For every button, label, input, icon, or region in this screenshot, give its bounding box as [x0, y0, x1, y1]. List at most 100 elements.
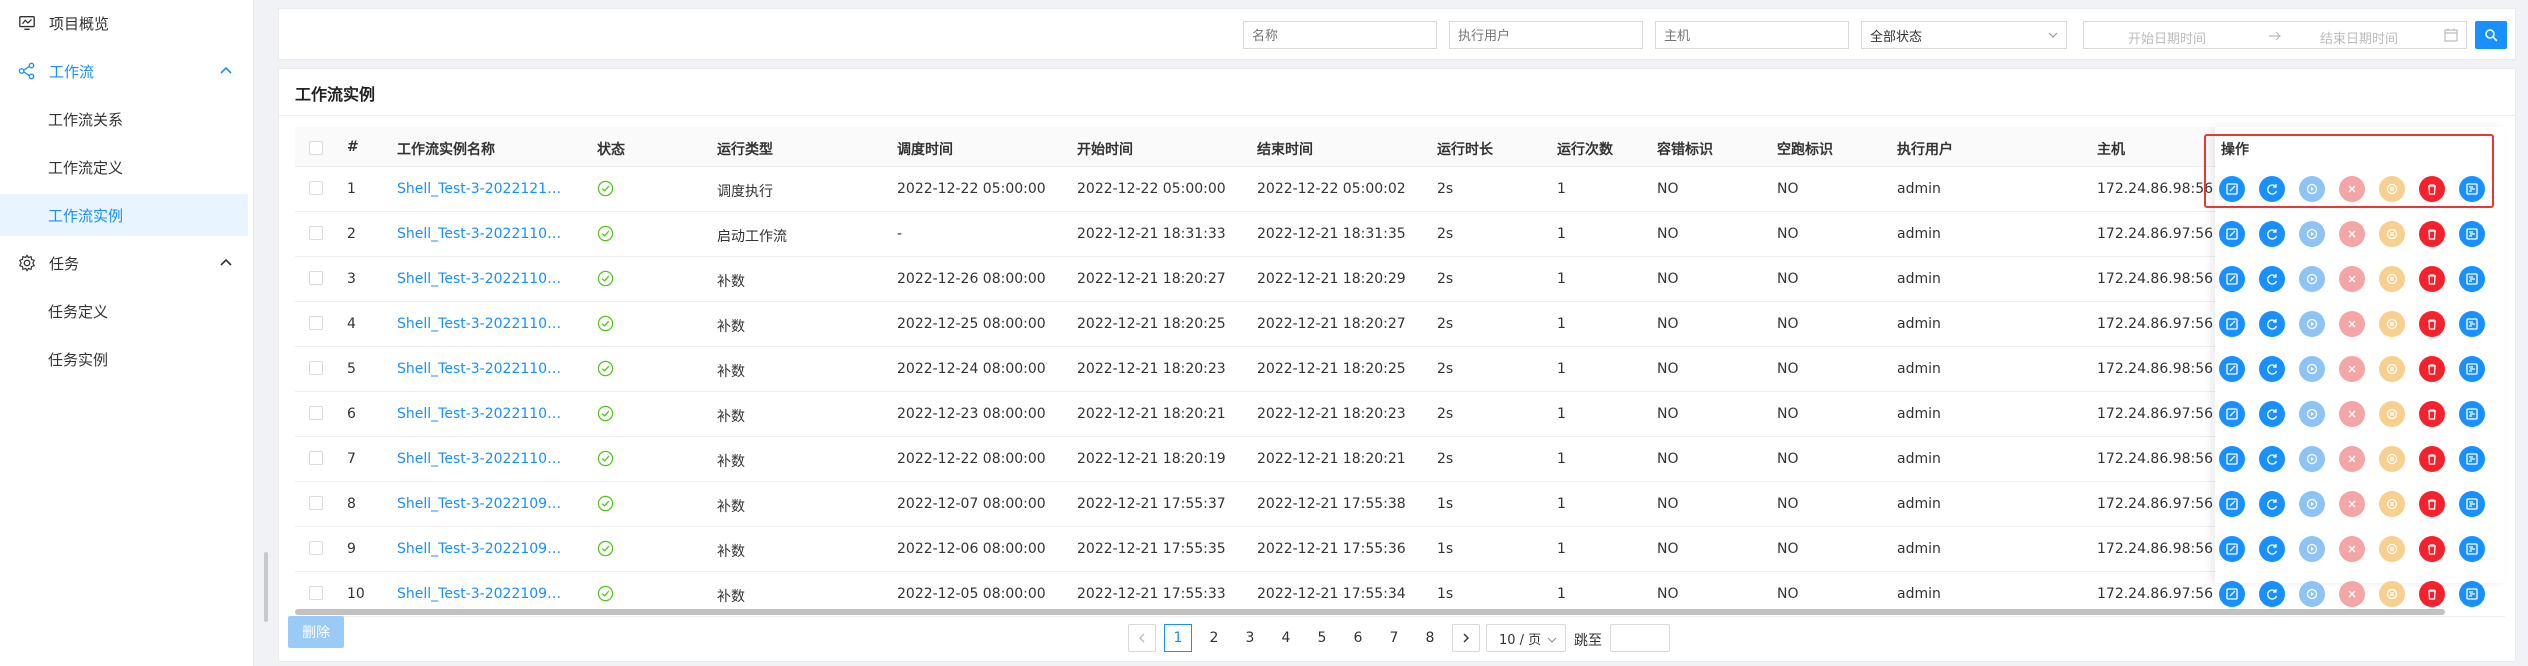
gantt-button[interactable] [2459, 311, 2485, 337]
page-8-button[interactable]: 8 [1416, 624, 1444, 652]
page-4-button[interactable]: 4 [1272, 624, 1300, 652]
gantt-button[interactable] [2459, 491, 2485, 517]
sidebar-item-task[interactable]: 任务 [0, 242, 248, 284]
stop-button[interactable] [2339, 536, 2365, 562]
recover-button[interactable] [2299, 446, 2325, 472]
sidebar-scrollbar[interactable] [264, 552, 268, 622]
cell-name[interactable]: Shell_Test-3-2022109… [397, 541, 561, 557]
pause-button[interactable] [2379, 446, 2405, 472]
table-row[interactable]: 8 Shell_Test-3-2022109… 补数 2022-12-07 08:00… [295, 482, 2505, 527]
gantt-button[interactable] [2459, 446, 2485, 472]
stop-button[interactable] [2339, 581, 2365, 607]
sidebar-item-workflow-relation[interactable]: 工作流关系 [0, 98, 248, 140]
table-row[interactable]: 1 Shell_Test-3-2022121… 调度执行 2022-12-22 05:… [295, 167, 2505, 212]
rerun-button[interactable] [2259, 581, 2285, 607]
pause-button[interactable] [2379, 536, 2405, 562]
edit-button[interactable] [2219, 491, 2245, 517]
rerun-button[interactable] [2259, 356, 2285, 382]
row-checkbox[interactable] [309, 541, 323, 555]
prev-page-button[interactable] [1128, 624, 1156, 652]
cell-name[interactable]: Shell_Test-3-2022110… [397, 316, 561, 332]
name-search-input[interactable] [1243, 21, 1437, 49]
table-row[interactable]: 6 Shell_Test-3-2022110… 补数 2022-12-23 08:00… [295, 392, 2505, 437]
gantt-button[interactable] [2459, 356, 2485, 382]
delete-button[interactable] [2419, 491, 2445, 517]
row-checkbox[interactable] [309, 181, 323, 195]
rerun-button[interactable] [2259, 221, 2285, 247]
page-5-button[interactable]: 5 [1308, 624, 1336, 652]
page-1-button[interactable]: 1 [1164, 624, 1192, 652]
sidebar-item-project-overview[interactable]: 项目概览 [0, 2, 248, 44]
rerun-button[interactable] [2259, 311, 2285, 337]
cell-name[interactable]: Shell_Test-3-2022110… [397, 406, 561, 422]
delete-button[interactable] [2419, 536, 2445, 562]
pause-button[interactable] [2379, 491, 2405, 517]
row-checkbox[interactable] [309, 361, 323, 375]
page-size-select[interactable]: 10 / 页 [1486, 624, 1566, 652]
gantt-button[interactable] [2459, 221, 2485, 247]
recover-button[interactable] [2299, 221, 2325, 247]
edit-button[interactable] [2219, 311, 2245, 337]
gantt-button[interactable] [2459, 266, 2485, 292]
rerun-button[interactable] [2259, 401, 2285, 427]
user-search-input[interactable] [1449, 21, 1643, 49]
cell-name[interactable]: Shell_Test-3-2022110… [397, 271, 561, 287]
pause-button[interactable] [2379, 221, 2405, 247]
jump-page-input[interactable] [1610, 624, 1670, 652]
sidebar-item-task-definition[interactable]: 任务定义 [0, 290, 248, 332]
rerun-button[interactable] [2259, 266, 2285, 292]
recover-button[interactable] [2299, 581, 2325, 607]
stop-button[interactable] [2339, 491, 2365, 517]
page-3-button[interactable]: 3 [1236, 624, 1264, 652]
recover-button[interactable] [2299, 536, 2325, 562]
edit-button[interactable] [2219, 446, 2245, 472]
sidebar-item-task-instance[interactable]: 任务实例 [0, 338, 248, 380]
table-row[interactable]: 2 Shell_Test-3-2022110… 启动工作流 - 2022-12-21 1… [295, 212, 2505, 257]
select-all-checkbox[interactable] [309, 141, 323, 155]
table-row[interactable]: 3 Shell_Test-3-2022110… 补数 2022-12-26 08:00… [295, 257, 2505, 302]
stop-button[interactable] [2339, 221, 2365, 247]
gantt-button[interactable] [2459, 581, 2485, 607]
sidebar-item-workflow-definition[interactable]: 工作流定义 [0, 146, 248, 188]
cell-name[interactable]: Shell_Test-3-2022121… [397, 181, 561, 197]
row-checkbox[interactable] [309, 316, 323, 330]
delete-button[interactable]: 删除 [288, 616, 344, 648]
sidebar-item-workflow-instance[interactable]: 工作流实例 [0, 194, 248, 236]
cell-name[interactable]: Shell_Test-3-2022110… [397, 361, 561, 377]
delete-button[interactable] [2419, 266, 2445, 292]
host-search-input[interactable] [1655, 21, 1849, 49]
edit-button[interactable] [2219, 536, 2245, 562]
table-row[interactable]: 7 Shell_Test-3-2022110… 补数 2022-12-22 08:00… [295, 437, 2505, 482]
cell-name[interactable]: Shell_Test-3-2022109… [397, 586, 561, 602]
horizontal-scrollbar[interactable] [295, 609, 2445, 615]
search-button[interactable] [2475, 21, 2507, 49]
delete-button[interactable] [2419, 221, 2445, 247]
stop-button[interactable] [2339, 401, 2365, 427]
table-row[interactable]: 5 Shell_Test-3-2022110… 补数 2022-12-24 08:00… [295, 347, 2505, 392]
recover-button[interactable] [2299, 311, 2325, 337]
edit-button[interactable] [2219, 221, 2245, 247]
page-6-button[interactable]: 6 [1344, 624, 1372, 652]
delete-button[interactable] [2419, 446, 2445, 472]
row-checkbox[interactable] [309, 271, 323, 285]
cell-name[interactable]: Shell_Test-3-2022109… [397, 496, 561, 512]
delete-button[interactable] [2419, 401, 2445, 427]
pause-button[interactable] [2379, 266, 2405, 292]
pause-button[interactable] [2379, 311, 2405, 337]
row-checkbox[interactable] [309, 496, 323, 510]
sidebar-item-workflow[interactable]: 工作流 [0, 50, 248, 92]
gantt-button[interactable] [2459, 401, 2485, 427]
cell-name[interactable]: Shell_Test-3-2022110… [397, 226, 561, 242]
next-page-button[interactable] [1452, 624, 1480, 652]
stop-button[interactable] [2339, 266, 2365, 292]
rerun-button[interactable] [2259, 536, 2285, 562]
recover-button[interactable] [2299, 266, 2325, 292]
pause-button[interactable] [2379, 356, 2405, 382]
row-checkbox[interactable] [309, 226, 323, 240]
page-2-button[interactable]: 2 [1200, 624, 1228, 652]
edit-button[interactable] [2219, 401, 2245, 427]
stop-button[interactable] [2339, 311, 2365, 337]
stop-button[interactable] [2339, 446, 2365, 472]
page-7-button[interactable]: 7 [1380, 624, 1408, 652]
pause-button[interactable] [2379, 401, 2405, 427]
